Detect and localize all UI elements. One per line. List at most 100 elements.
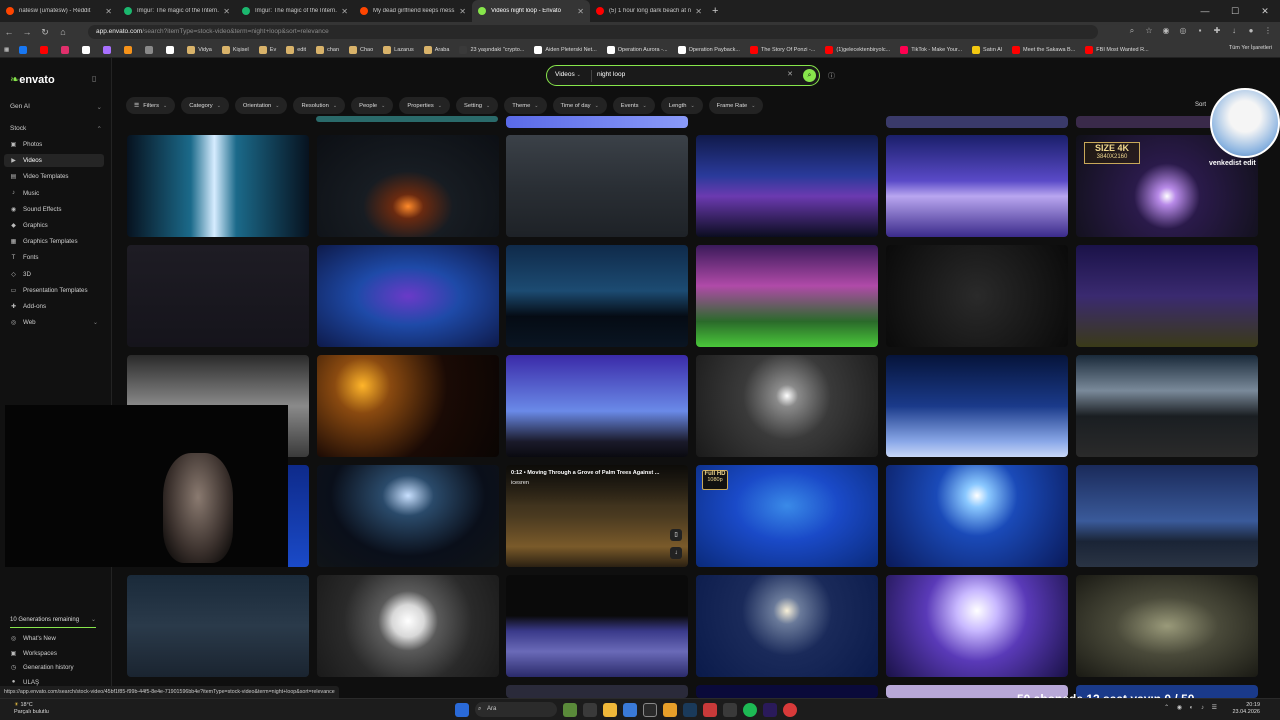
- home-icon[interactable]: ⌂: [54, 27, 72, 37]
- sidebar-item-3d[interactable]: ◇ 3D: [4, 268, 104, 281]
- filter-length[interactable]: Length ⌄: [660, 97, 703, 114]
- generations-remaining[interactable]: 10 Generations remaining ⌄: [4, 613, 104, 628]
- sidebar-item-videos[interactable]: ▶ Videos: [4, 154, 104, 168]
- filter-filters[interactable]: ☰ Filters ⌄: [126, 97, 176, 114]
- browser-tab[interactable]: Imgur: The magic of the Intern... ✕: [118, 0, 236, 22]
- filter-setting[interactable]: Setting ⌄: [455, 97, 499, 114]
- taskbar-search[interactable]: ⌕ Ara: [475, 702, 557, 717]
- extension-icon[interactable]: ◎: [1177, 25, 1189, 37]
- profile-icon[interactable]: ●: [1245, 25, 1257, 37]
- search-input[interactable]: night loop: [597, 71, 625, 78]
- sidebar-item-add-ons[interactable]: ✚ Add-ons: [4, 300, 104, 313]
- bookmark-item[interactable]: chan: [316, 45, 339, 54]
- close-tab-icon[interactable]: ✕: [577, 7, 584, 16]
- video-thumbnail[interactable]: [127, 575, 309, 677]
- chrome-icon[interactable]: [663, 702, 677, 717]
- bookmark-item[interactable]: (1)gelecektenbiryolc...: [825, 45, 890, 54]
- video-thumbnail[interactable]: [317, 245, 499, 347]
- search-submit-icon[interactable]: ⌕: [803, 69, 816, 82]
- browser-tab[interactable]: (5) 1 hour long dark beach at n... ✕: [590, 0, 708, 22]
- extension-icon[interactable]: ▪: [1194, 25, 1206, 37]
- browser-tab[interactable]: Imgur: The magic of the Intern... ✕: [236, 0, 354, 22]
- video-thumbnail[interactable]: [506, 575, 688, 677]
- bookmark-item[interactable]: [145, 45, 156, 54]
- sort-button[interactable]: Sort: [1195, 102, 1206, 108]
- bookmark-item[interactable]: [166, 45, 177, 54]
- video-thumbnail[interactable]: [886, 355, 1068, 457]
- bookmark-item[interactable]: [124, 45, 135, 54]
- video-thumbnail[interactable]: [696, 685, 878, 698]
- bookmark-item[interactable]: Aiden Pleterski Net...: [534, 45, 597, 54]
- video-thumbnail[interactable]: [696, 575, 878, 677]
- bookmark-item[interactable]: Operation Payback...: [677, 45, 740, 54]
- hover-card-author[interactable]: icesren: [511, 480, 529, 486]
- opera-icon[interactable]: [783, 702, 797, 717]
- premiere-icon[interactable]: [763, 702, 777, 717]
- filter-orientation[interactable]: Orientation ⌄: [234, 97, 288, 114]
- filter-people[interactable]: People ⌄: [351, 97, 394, 114]
- filter-category[interactable]: Category ⌄: [181, 97, 229, 114]
- bookmark-item[interactable]: Lazarus: [383, 45, 414, 54]
- video-thumbnail[interactable]: [316, 116, 498, 122]
- system-tray[interactable]: ⌃ ◉ ◐ ♪ ☰: [1164, 704, 1220, 711]
- sidebar-item-video-templates[interactable]: ▤ Video Templates: [4, 170, 104, 183]
- section-gen-ai[interactable]: Gen AI ⌄: [10, 103, 102, 111]
- menu-icon[interactable]: ⋮: [1262, 25, 1274, 37]
- sidebar-item-presentation-templates[interactable]: ▭ Presentation Templates: [4, 284, 104, 297]
- download-icon[interactable]: ↓: [670, 547, 682, 559]
- video-thumbnail[interactable]: [506, 355, 688, 457]
- video-thumbnail[interactable]: [127, 245, 309, 347]
- sidebar-item-web[interactable]: ◎ Web ⌄: [4, 316, 104, 329]
- puzzle-icon[interactable]: ✚: [1211, 25, 1223, 37]
- sidebar-item-graphics-templates[interactable]: ▦ Graphics Templates: [4, 235, 104, 248]
- steam-icon[interactable]: [683, 702, 697, 717]
- video-thumbnail[interactable]: [886, 575, 1068, 677]
- forward-icon[interactable]: →: [18, 27, 36, 37]
- browser-tab[interactable]: natesw (u/natesw) - Reddit ✕: [0, 0, 118, 22]
- sidebar-item-workspaces[interactable]: ▣ Workspaces: [4, 647, 104, 660]
- app-icon[interactable]: [643, 702, 657, 717]
- sidebar-item-music[interactable]: ♪ Music: [4, 187, 104, 200]
- bookmark-item[interactable]: [103, 45, 114, 54]
- video-thumbnail[interactable]: [696, 135, 878, 237]
- envato-logo[interactable]: ❧envato: [10, 73, 55, 86]
- bookmark-item[interactable]: The Story Of Ponzi -...: [749, 45, 815, 54]
- video-thumbnail[interactable]: [1076, 575, 1258, 677]
- browser-tab[interactable]: Videos night loop - Envato ✕: [472, 0, 590, 22]
- sidebar-item-what-s-new[interactable]: ◎ What's New: [4, 632, 104, 645]
- close-tab-icon[interactable]: ✕: [223, 7, 230, 16]
- video-thumbnail[interactable]: [506, 685, 688, 698]
- video-thumbnail[interactable]: [886, 245, 1068, 347]
- video-thumbnail[interactable]: [317, 135, 499, 237]
- bookmark-item[interactable]: Chao: [349, 45, 373, 54]
- video-thumbnail[interactable]: [886, 465, 1068, 567]
- bookmark-item[interactable]: Vidya: [187, 45, 212, 54]
- video-thumbnail[interactable]: [886, 135, 1068, 237]
- url-field[interactable]: app.envato.com/search?itemType=stock-vid…: [88, 25, 1098, 39]
- video-thumbnail[interactable]: [886, 116, 1068, 128]
- zoom-icon[interactable]: ⌕: [1126, 25, 1138, 37]
- hover-card[interactable]: 0:12 • Moving Through a Grove of Palm Tr…: [506, 465, 688, 567]
- all-bookmarks[interactable]: Tüm Yer İşaretleri: [1229, 45, 1272, 51]
- filter-time-of-day[interactable]: Time of day ⌄: [552, 97, 607, 114]
- filter-resolution[interactable]: Resolution ⌄: [293, 97, 346, 114]
- minimize-icon[interactable]: —: [1190, 6, 1220, 16]
- search-bar[interactable]: Videos ⌄ night loop ✕ ⌕: [546, 65, 820, 86]
- filter-frame-rate[interactable]: Frame Rate ⌄: [708, 97, 764, 114]
- video-thumbnail[interactable]: [696, 245, 878, 347]
- maximize-icon[interactable]: ☐: [1220, 6, 1250, 17]
- sidebar-item-fonts[interactable]: T Fonts: [4, 251, 104, 264]
- extension-icon[interactable]: ◉: [1160, 25, 1172, 37]
- bookmark-item[interactable]: [40, 45, 51, 54]
- clear-icon[interactable]: ✕: [787, 70, 793, 78]
- close-tab-icon[interactable]: ✕: [459, 7, 466, 16]
- video-thumbnail[interactable]: [506, 135, 688, 237]
- sidebar-item-graphics[interactable]: ◆ Graphics: [4, 219, 104, 232]
- widget-icon[interactable]: [563, 702, 577, 717]
- bookmark-item[interactable]: 23 yaşındaki "crypto...: [459, 45, 524, 54]
- filter-theme[interactable]: Theme ⌄: [504, 97, 547, 114]
- video-thumbnail[interactable]: [317, 355, 499, 457]
- video-thumbnail[interactable]: [317, 465, 499, 567]
- filter-events[interactable]: Events ⌄: [612, 97, 655, 114]
- sidebar-item-photos[interactable]: ▣ Photos: [4, 138, 104, 151]
